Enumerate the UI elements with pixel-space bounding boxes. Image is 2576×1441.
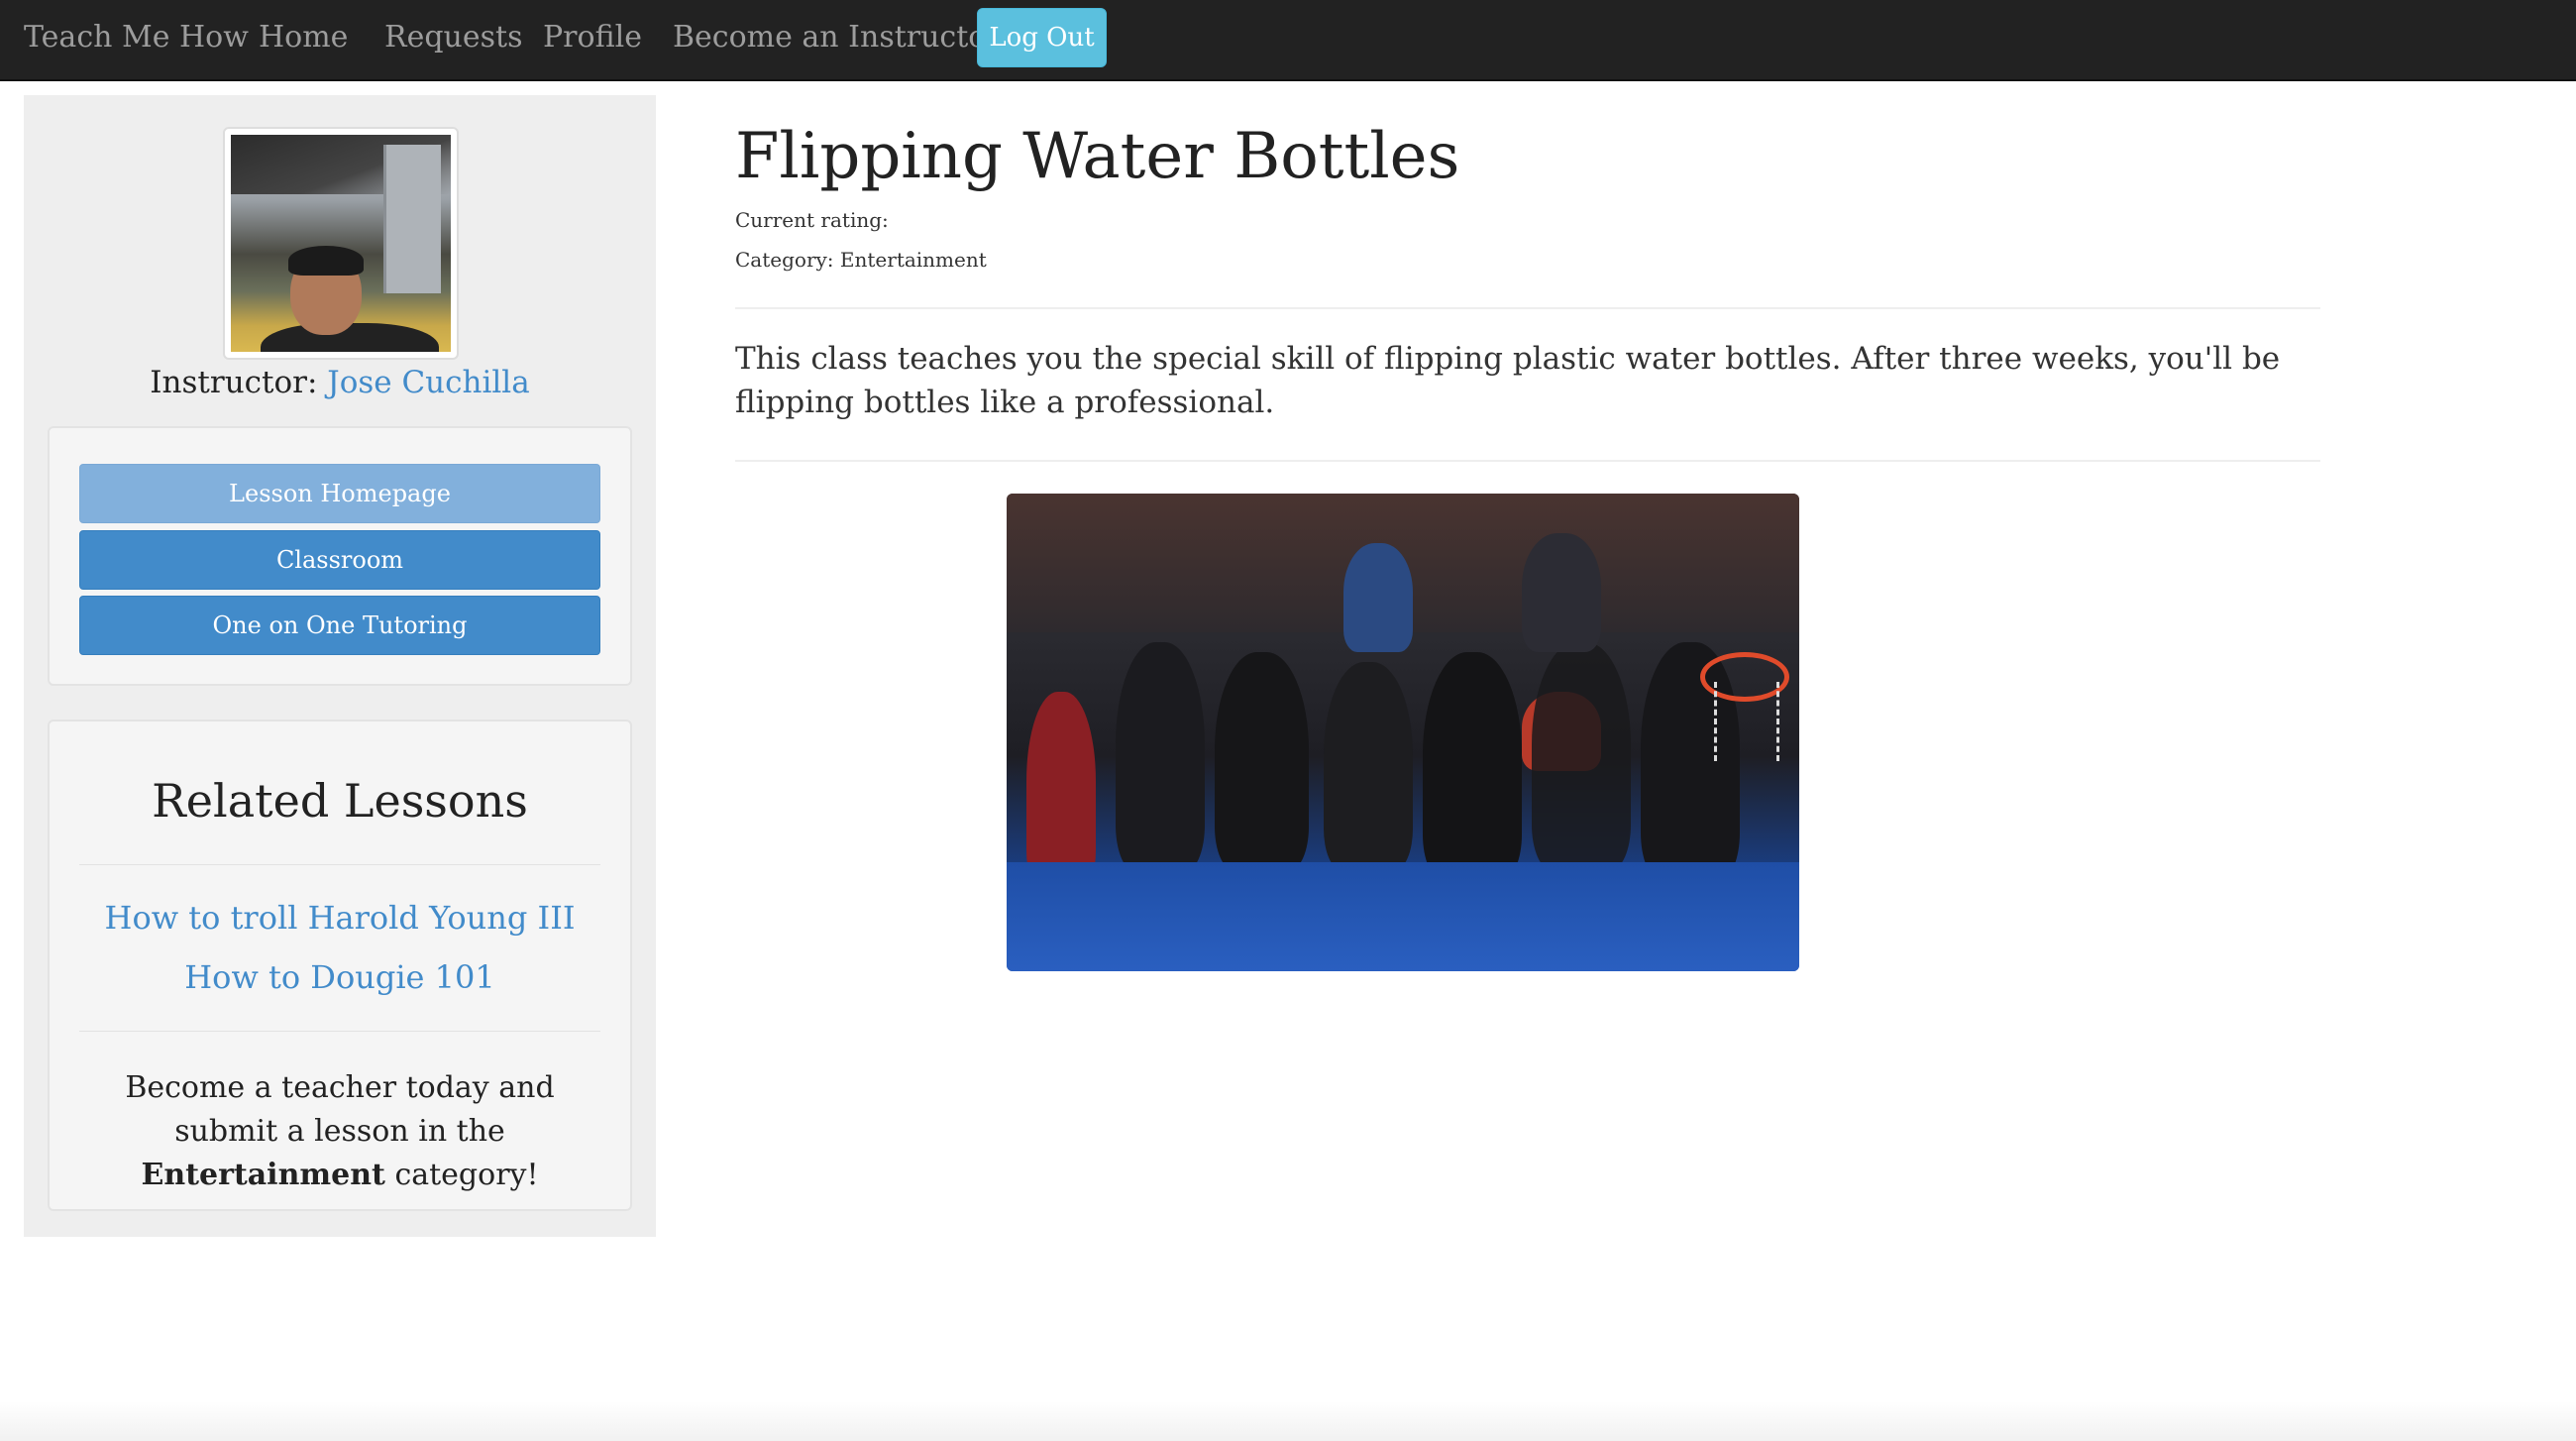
lesson-title: Flipping Water Bottles	[735, 120, 1460, 193]
divider	[79, 864, 600, 865]
instructor-label: Instructor:	[150, 365, 318, 400]
instructor-name-link[interactable]: Jose Cuchilla	[327, 365, 529, 400]
avatar	[223, 127, 459, 360]
become-teacher-cta: Become a teacher today and submit a less…	[79, 1066, 600, 1197]
classroom-button[interactable]: Classroom	[79, 530, 600, 590]
nav-home[interactable]: Home	[259, 18, 348, 57]
cta-text: Become a teacher today and submit a less…	[125, 1070, 555, 1149]
lesson-category: Category: Entertainment	[735, 248, 987, 272]
lesson-gif-image	[1007, 494, 1799, 971]
logout-button[interactable]: Log Out	[977, 8, 1107, 67]
related-lessons-well: Related Lessons How to troll Harold Youn…	[48, 720, 632, 1211]
brand-link[interactable]: Teach Me How	[24, 18, 249, 57]
nav-become-instructor[interactable]: Become an Instructor!	[673, 18, 1013, 57]
lesson-nav-well: Lesson Homepage Classroom One on One Tut…	[48, 426, 632, 686]
current-rating: Current rating:	[735, 208, 889, 232]
related-lessons-title: Related Lessons	[152, 774, 528, 828]
page-footer-shade	[0, 1401, 2576, 1441]
related-lesson-link[interactable]: How to troll Harold Young III	[50, 896, 630, 940]
divider	[735, 460, 2320, 462]
tutoring-button[interactable]: One on One Tutoring	[79, 596, 600, 655]
instructor-line: Instructor: Jose Cuchilla	[24, 363, 656, 402]
divider	[79, 1031, 600, 1032]
related-lesson-link[interactable]: How to Dougie 101	[50, 955, 630, 999]
nav-profile[interactable]: Profile	[543, 18, 642, 57]
sidebar: Instructor: Jose Cuchilla Lesson Homepag…	[24, 95, 656, 1237]
instructor-photo	[231, 135, 451, 352]
top-navbar: Teach Me How Home Requests Profile Becom…	[0, 0, 2576, 81]
divider	[735, 307, 2320, 309]
lesson-description: This class teaches you the special skill…	[735, 341, 2281, 420]
cta-category: Entertainment	[141, 1158, 385, 1192]
lesson-homepage-button[interactable]: Lesson Homepage	[79, 464, 600, 523]
cta-text-end: category!	[394, 1158, 539, 1192]
nav-requests[interactable]: Requests	[384, 18, 522, 57]
